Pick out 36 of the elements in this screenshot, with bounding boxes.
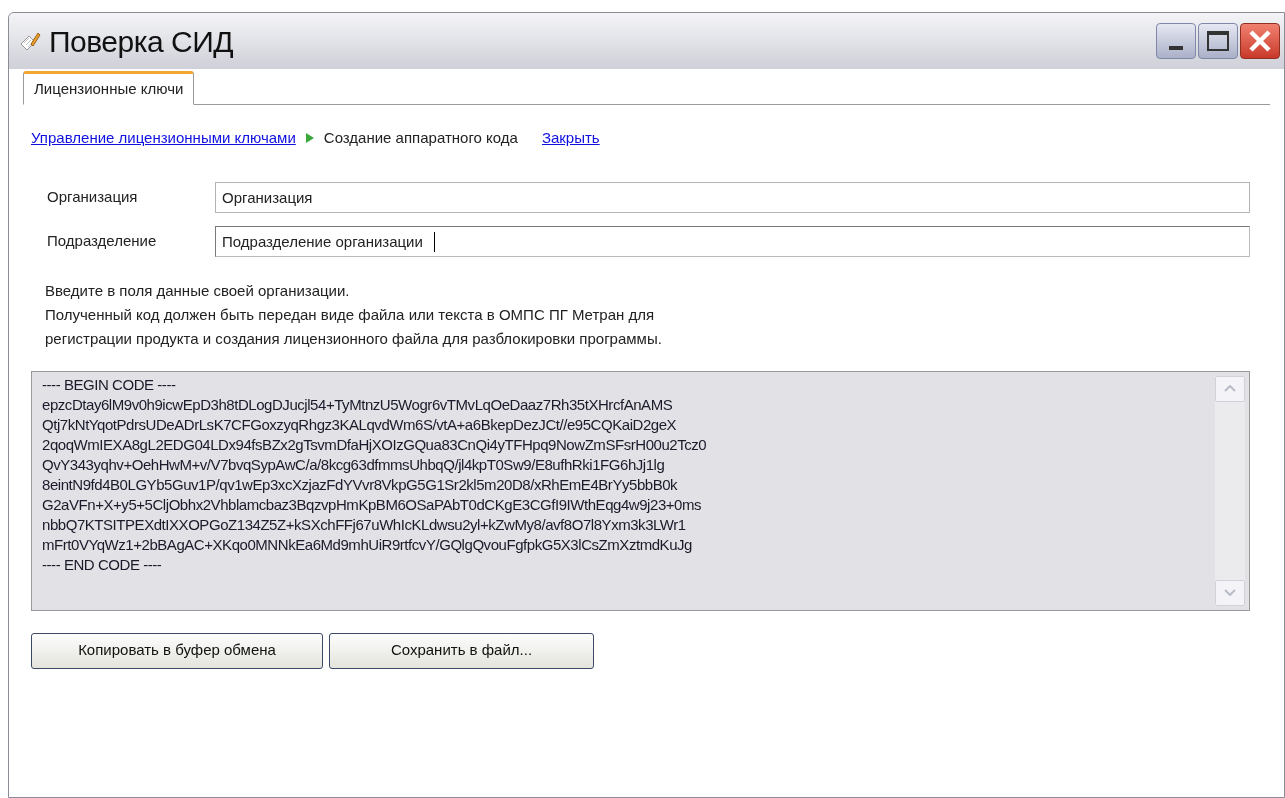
code-line: 2qoqWmIEXA8gL2EDG04LDx94fsBZx2gTsvmDfaHjXOIzGQua83CnQi4yTFHpq9NowZmSFsrH00u2Tcz0 [42, 434, 707, 455]
code-line: 8eintN9fd4B0LGYb5Guv1P/qv1wEp3xcXzjazFdYVvr8VkpG5G1Sr2kl5m20D8/xRhEmE4BrYy5bbB0k [42, 474, 678, 495]
copy-button[interactable]: Копировать в буфер обмена [31, 632, 323, 669]
instruction-text: Введите в поля данные своей организации. [45, 280, 351, 301]
code-line: ---- BEGIN CODE ---- [42, 374, 176, 395]
code-line: Qtj7kNtYqotPdrsUDeADrLsK7CFGoxzyqRhgz3KALqvdWm6S/vtA+a6BkepDezJCt//e95CQKaiD2geX [42, 414, 677, 435]
maximize-button[interactable] [1198, 23, 1238, 59]
window-title: Поверка СИД [49, 23, 234, 60]
notepad-pencil-icon [19, 30, 41, 52]
code-line: nbbQ7KTSITPEXdtIXXOPGoZ134Z5Z+kSXchFFj67uWhIcKLdwsu2yl+kZwMy8/avf8O7l8Yxm3k3LWr1 [42, 514, 686, 535]
input-field[interactable]: Подразделение организации [215, 225, 1250, 257]
minimize-icon [1169, 46, 1183, 50]
code-line: epzcDtay6lM9v0h9icwEpD3h8tDLogDJucjl54+TyMtnzU5Wogr6vTMvLqOeDaaz7Rh35tXHrcfAnAMS [42, 394, 673, 415]
close-link[interactable]: Закрыть [541, 127, 600, 150]
close-icon [1248, 29, 1272, 53]
field-label: Организация [47, 186, 139, 207]
code-field[interactable] [31, 370, 1250, 611]
code-line: mFrt0VYqWz1+2bBAgAC+XKqo0MNNkEa6Md9mhUiR9rtfcvY/GQlgQvouFgfpkG5X3lCsZmXztmdKuJg [42, 534, 692, 555]
instruction-text: регистрации продукта и создания лицензионного файла для разблокировки программы. [45, 328, 663, 349]
minimize-button[interactable] [1156, 23, 1196, 59]
code-line: ---- END CODE ---- [42, 554, 162, 575]
maximize-icon [1207, 31, 1229, 51]
chevron-up-icon [1224, 385, 1236, 392]
input-field[interactable]: Организация [215, 181, 1250, 213]
play-icon [305, 133, 314, 144]
breadcrumb-link[interactable]: Управление лицензионными ключами [31, 127, 296, 150]
instruction-text: Полученный код должен быть передан виде файла или текста в ОМПС ПГ Метран для [45, 304, 656, 325]
save-button[interactable]: Сохранить в файл... [329, 632, 594, 669]
field-label: Подразделение [47, 230, 158, 251]
code-line: QvY343yqhv+OehHwM+v/V7bvqSypAwC/a/8kcg63dfmmsUhbqQ/jl4kpT0Sw9/E8ufhRki1FG6hJj1lg [42, 454, 665, 475]
code-line: G2aVFn+X+y5+5CljObhx2Vhblamcbaz3BqzvpHmKpBM6OSaPAbT0dCKgE3CGfI9IWthEqg4w9j23+0ms [42, 494, 702, 515]
text-cursor [433, 231, 435, 252]
tab[interactable]: Лицензионные ключи [23, 71, 195, 105]
close-button[interactable] [1240, 23, 1280, 59]
breadcrumb-current: Создание аппаратного кода [323, 128, 518, 148]
chevron-down-icon [1224, 589, 1236, 596]
